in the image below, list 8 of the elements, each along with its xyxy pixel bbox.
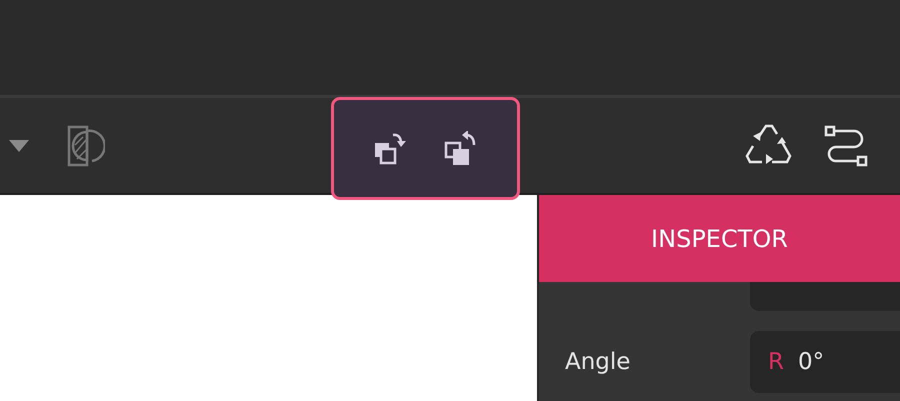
mask-icon[interactable] xyxy=(67,124,105,166)
field-label: Angle xyxy=(565,349,632,375)
inspector-header: INSPECTOR xyxy=(539,195,900,282)
bring-forward-icon[interactable] xyxy=(372,130,407,166)
dropdown-arrow-icon[interactable] xyxy=(9,140,29,152)
input-field[interactable]: R 0° xyxy=(750,331,900,393)
path-icon[interactable] xyxy=(824,124,868,166)
input-field[interactable] xyxy=(750,282,900,311)
